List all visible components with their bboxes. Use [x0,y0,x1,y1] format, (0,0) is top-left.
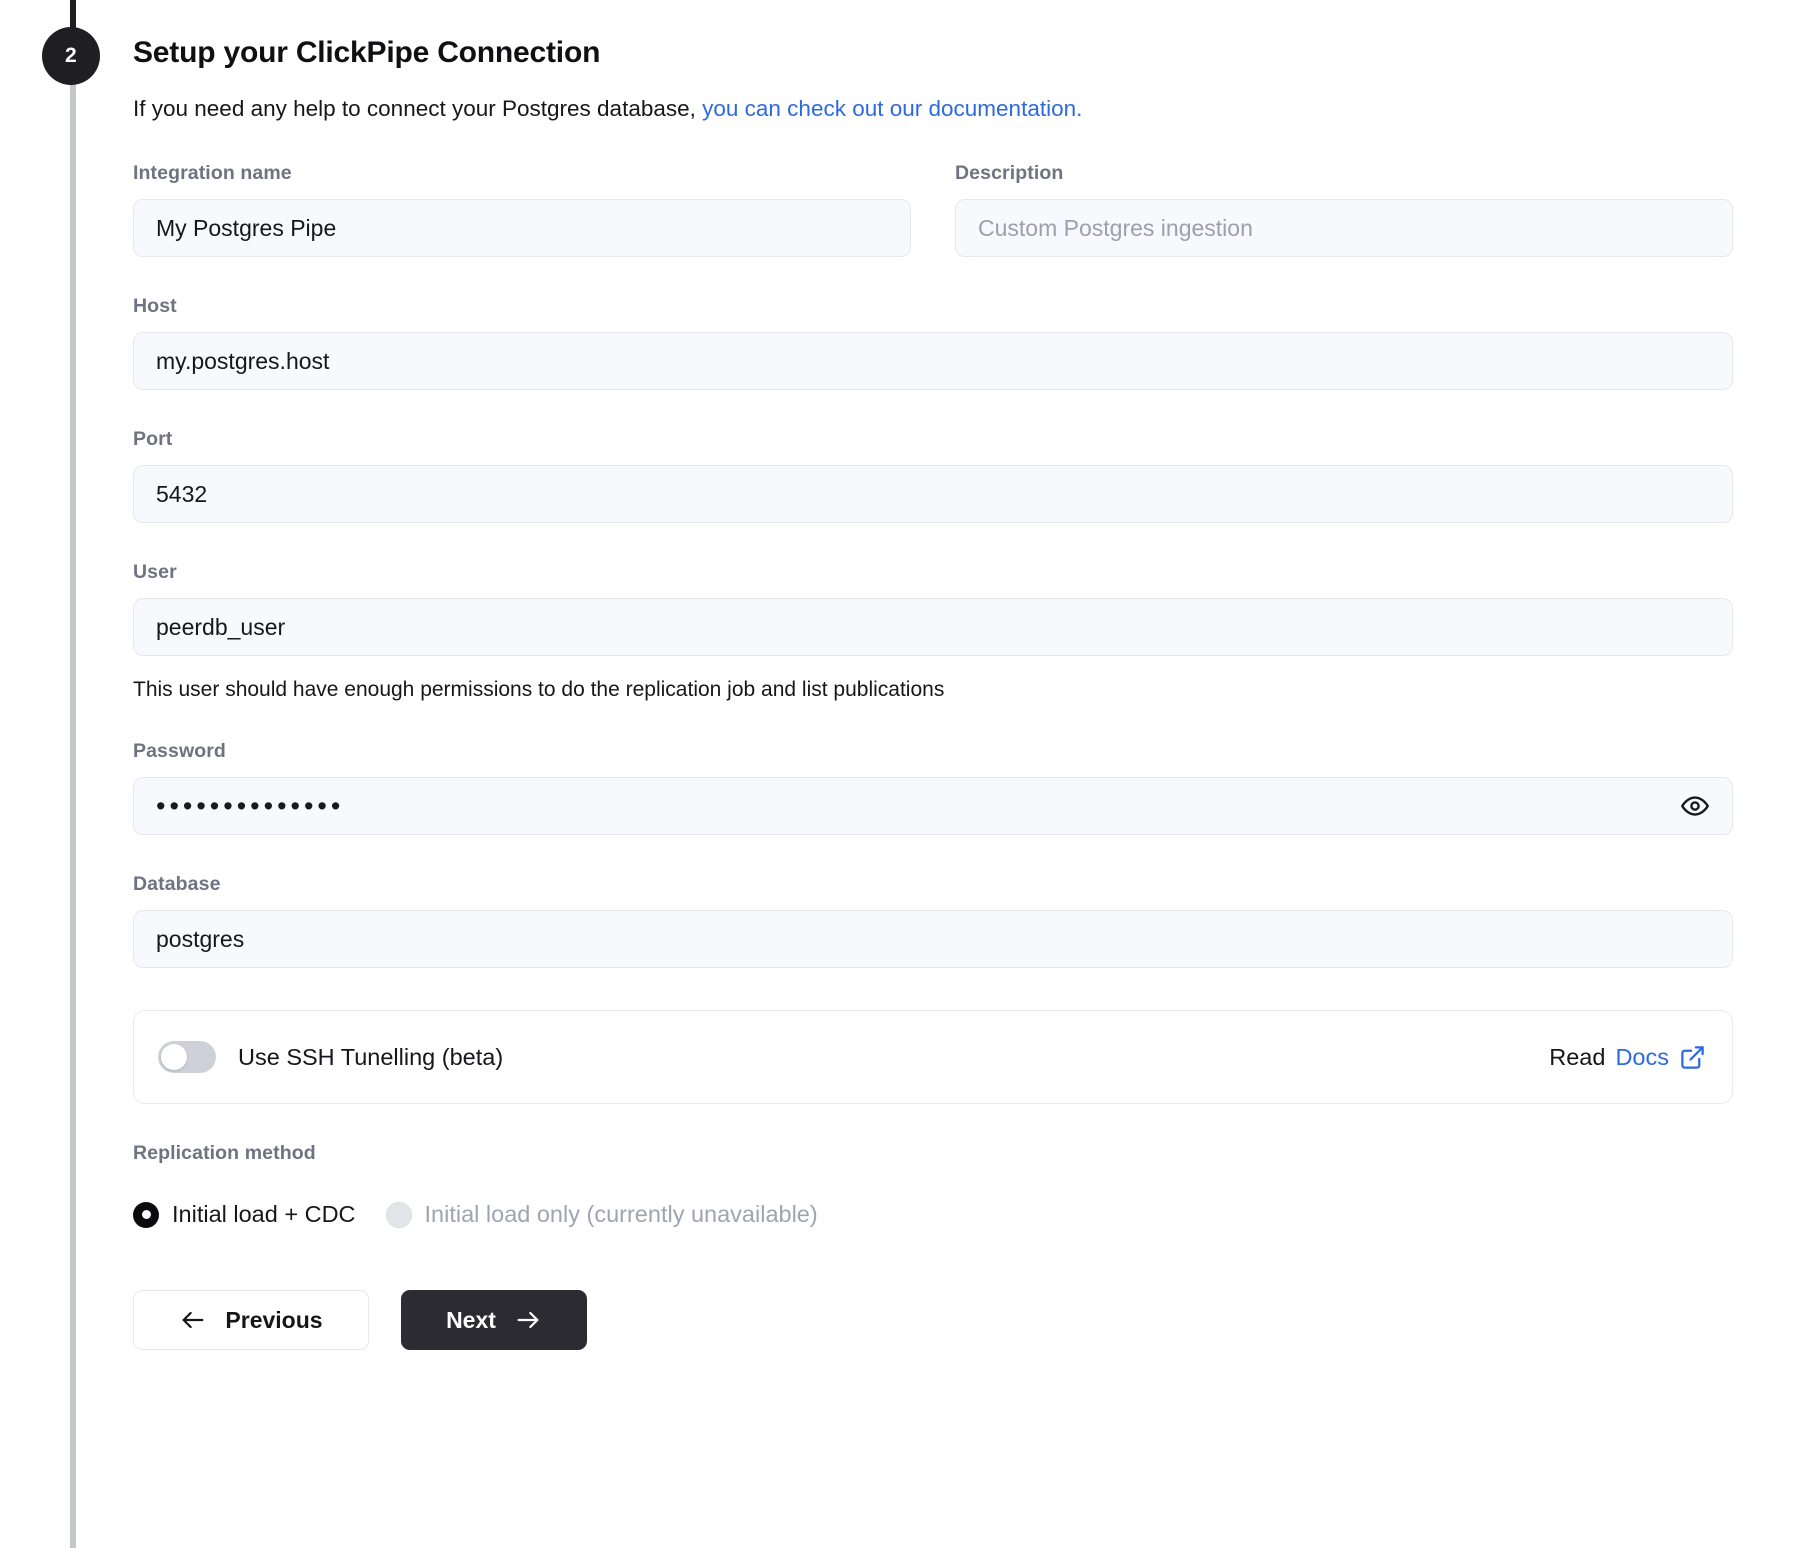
password-input[interactable]: •••••••••••••• [133,777,1733,835]
user-input[interactable]: peerdb_user [133,598,1733,656]
stepper-rail-bottom [70,84,76,1548]
password-label: Password [133,740,1753,763]
database-label: Database [133,873,1753,896]
next-button[interactable]: Next [401,1290,587,1350]
page-subtitle: If you need any help to connect your Pos… [133,94,1753,124]
step-number: 2 [65,44,77,68]
previous-button-label: Previous [225,1307,322,1334]
port-group: Port 5432 [133,428,1753,523]
host-group: Host my.postgres.host [133,295,1753,390]
description-label: Description [955,162,1733,185]
database-input[interactable]: postgres [133,910,1733,968]
name-description-row: Integration name My Postgres Pipe Descri… [133,162,1753,257]
previous-button[interactable]: Previous [133,1290,369,1350]
user-group: User peerdb_user This user should have e… [133,561,1753,702]
docs-link[interactable]: Docs [1615,1044,1669,1071]
show-password-eye-icon[interactable] [1678,789,1712,823]
external-link-icon [1679,1044,1706,1071]
ssh-docs-link-group[interactable]: Read Docs [1549,1044,1706,1071]
description-input[interactable]: Custom Postgres ingestion [955,199,1733,257]
subtitle-text: If you need any help to connect your Pos… [133,96,702,121]
user-label: User [133,561,1753,584]
radio-initial-load-cdc[interactable] [133,1202,159,1228]
ssh-tunnelling-toggle[interactable] [158,1041,216,1073]
page-title: Setup your ClickPipe Connection [133,36,1753,70]
documentation-link[interactable]: you can check out our documentation. [702,96,1082,121]
host-input[interactable]: my.postgres.host [133,332,1733,390]
user-helper-text: This user should have enough permissions… [133,678,1753,702]
radio-label-initial-load-cdc: Initial load + CDC [172,1201,356,1228]
port-input[interactable]: 5432 [133,465,1733,523]
description-group: Description Custom Postgres ingestion [955,162,1733,257]
port-label: Port [133,428,1753,451]
next-button-label: Next [446,1307,496,1334]
toggle-knob [161,1044,187,1070]
wizard-actions: Previous Next [133,1290,1753,1350]
host-label: Host [133,295,1753,318]
replication-method-label: Replication method [133,1142,1753,1165]
integration-name-group: Integration name My Postgres Pipe [133,162,911,257]
radio-inner-dot [142,1210,151,1219]
ssh-tunnelling-label: Use SSH Tunelling (beta) [238,1044,503,1071]
integration-name-input[interactable]: My Postgres Pipe [133,199,911,257]
integration-name-label: Integration name [133,162,911,185]
replication-method-group: Replication method Initial load + CDC In… [133,1142,1753,1228]
ssh-tunnelling-card: Use SSH Tunelling (beta) Read Docs [133,1010,1733,1104]
database-group: Database postgres [133,873,1753,968]
radio-label-initial-load-only: Initial load only (currently unavailable… [425,1201,818,1228]
arrow-right-icon [514,1306,542,1334]
radio-initial-load-only [386,1202,412,1228]
step-badge-2: 2 [42,27,100,85]
form-content: Setup your ClickPipe Connection If you n… [133,0,1753,1350]
replication-method-options: Initial load + CDC Initial load only (cu… [133,1201,1753,1228]
radio-option-initial-load-cdc[interactable]: Initial load + CDC [133,1201,356,1228]
arrow-left-icon [179,1306,207,1334]
radio-option-initial-load-only: Initial load only (currently unavailable… [386,1201,818,1228]
stepper-rail-top [70,0,76,28]
clickpipe-setup-page: 2 Setup your ClickPipe Connection If you… [0,0,1810,1548]
password-group: Password •••••••••••••• [133,740,1753,835]
password-masked-value: •••••••••••••• [156,793,344,820]
read-label: Read [1549,1044,1605,1071]
